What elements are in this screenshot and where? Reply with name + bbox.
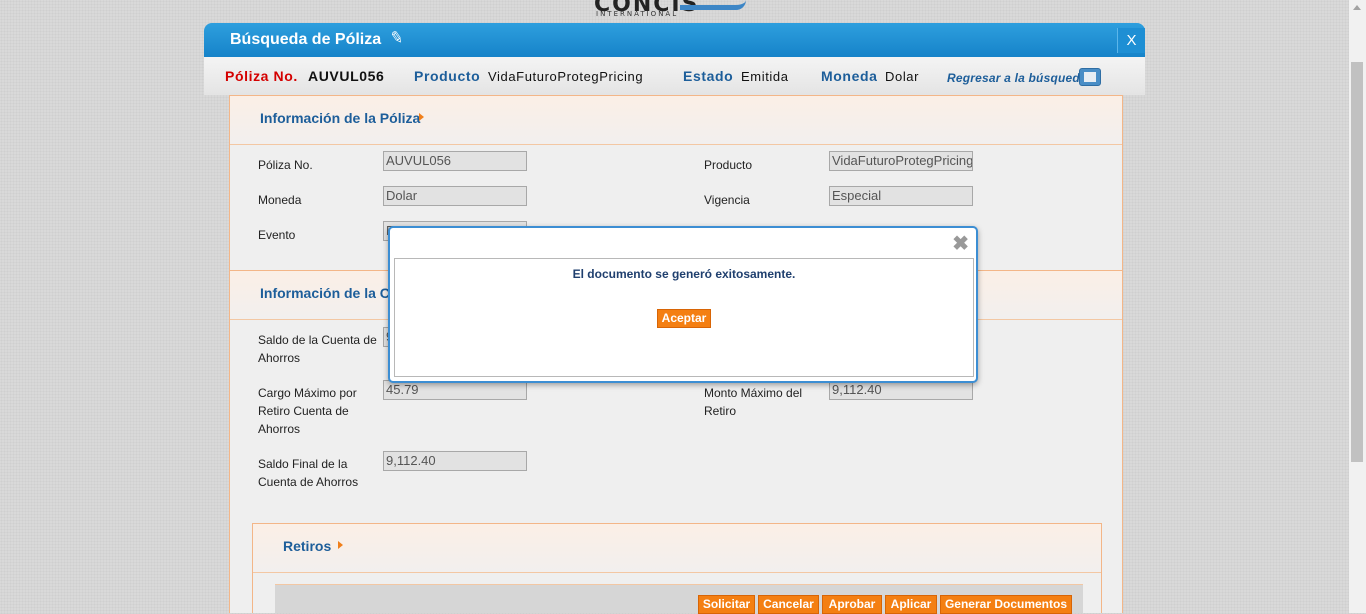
cargo-field[interactable]: 45.79: [383, 380, 527, 400]
producto-field[interactable]: VidaFuturoProtegPricing: [829, 151, 973, 171]
vigencia-label: Vigencia: [704, 193, 750, 207]
aplicar-button[interactable]: Aplicar: [885, 595, 937, 614]
dialog-body: El documento se generó exitosamente. Ace…: [394, 258, 974, 377]
retiros-title: Retiros: [283, 538, 332, 554]
back-to-search-link[interactable]: Regresar a la búsqueda: [947, 71, 1087, 85]
scroll-up-icon[interactable]: [1353, 5, 1361, 10]
solicitar-button[interactable]: Solicitar: [698, 595, 755, 614]
window-title: Búsqueda de Póliza: [230, 31, 382, 48]
aprobar-button[interactable]: Aprobar: [822, 595, 882, 614]
summary-estado-label: Estado: [683, 68, 734, 84]
cancelar-button[interactable]: Cancelar: [758, 595, 819, 614]
producto-label: Producto: [704, 158, 753, 172]
close-icon[interactable]: ✖: [952, 231, 969, 256]
summary-moneda-label: Moneda: [821, 68, 878, 84]
logo-subtitle: INTERNATIONAL: [596, 10, 679, 18]
window-close-button[interactable]: X: [1117, 28, 1145, 53]
brand-logo: CONCIS INTERNATIONAL: [594, 0, 754, 20]
retiros-panel: Retiros Solicitar Cancelar Aprobar Aplic…: [252, 523, 1102, 614]
pen-icon: ✎: [388, 28, 405, 49]
success-dialog: ✖ El documento se generó exitosamente. A…: [388, 226, 978, 383]
monto-field[interactable]: 9,112.40: [829, 380, 973, 400]
poliza-label: Póliza No.: [258, 158, 313, 172]
saldo-final-field[interactable]: 9,112.40: [383, 451, 527, 471]
poliza-field[interactable]: AUVUL056: [383, 151, 527, 171]
saldo-label: Saldo de la Cuenta de Ahorros: [258, 333, 377, 365]
account-info-title: Información de la Cu: [260, 285, 399, 301]
generar-documentos-button[interactable]: Generar Documentos: [940, 595, 1072, 614]
vigencia-field[interactable]: Especial: [829, 186, 973, 206]
policy-info-header[interactable]: Información de la Póliza: [230, 95, 1122, 145]
window-titlebar: Búsqueda de Póliza ✎ X: [204, 23, 1145, 57]
moneda-field[interactable]: Dolar: [383, 186, 527, 206]
arrow-right-icon: [419, 113, 424, 121]
evento-label: Evento: [258, 228, 296, 242]
summary-producto-label: Producto: [414, 68, 481, 84]
policy-info-title: Información de la Póliza: [260, 110, 421, 126]
accept-button[interactable]: Aceptar: [657, 309, 711, 328]
logo-swoosh-icon: [680, 0, 746, 10]
summary-moneda-value: Dolar: [885, 69, 920, 84]
summary-poliza-label: Póliza No.: [225, 68, 298, 84]
retiros-header[interactable]: Retiros: [253, 523, 1101, 573]
retiros-toolbar: Solicitar Cancelar Aprobar Aplicar Gener…: [275, 584, 1083, 614]
moneda-label: Moneda: [258, 193, 302, 207]
summary-producto-value: VidaFuturoProtegPricing: [488, 69, 644, 84]
monto-label: Monto Máximo del Retiro: [704, 386, 803, 418]
arrow-right-icon: [338, 541, 343, 549]
summary-poliza-value: AUVUL056: [308, 68, 385, 84]
saldo-final-label: Saldo Final de la Cuenta de Ahorros: [258, 457, 359, 489]
cargo-label: Cargo Máximo por Retiro Cuenta de Ahorro…: [258, 386, 357, 436]
dialog-message: El documento se generó exitosamente.: [572, 267, 796, 281]
edit-icon[interactable]: [1079, 68, 1101, 86]
summary-estado-value: Emitida: [741, 69, 789, 84]
policy-summary-bar: Póliza No. AUVUL056 Producto VidaFuturoP…: [204, 57, 1145, 95]
page-scrollbar[interactable]: [1349, 0, 1366, 613]
scroll-thumb[interactable]: [1351, 62, 1363, 462]
